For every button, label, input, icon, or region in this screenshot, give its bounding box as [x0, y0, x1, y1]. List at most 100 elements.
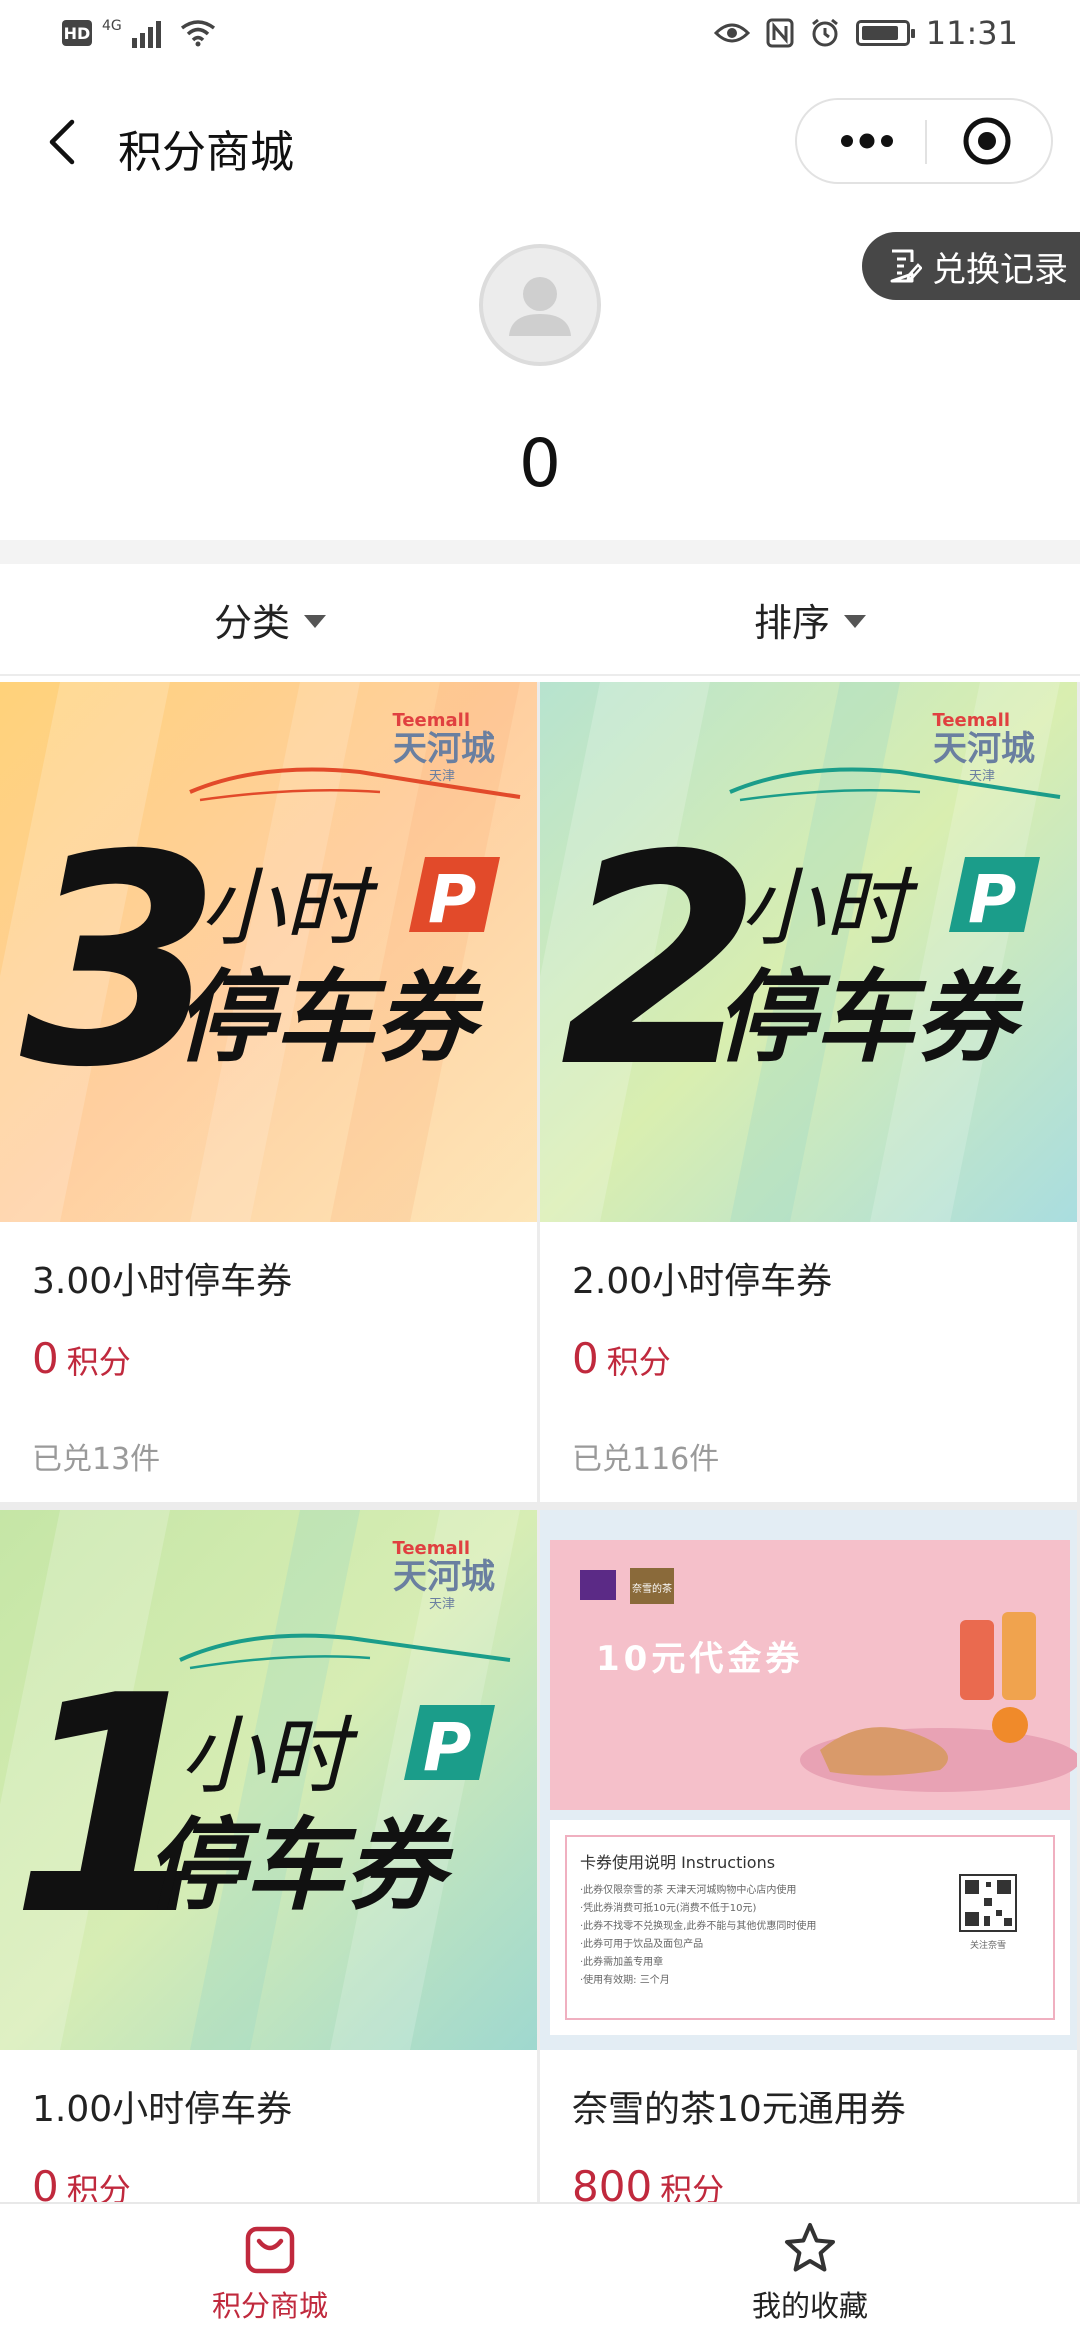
status-left: HD 4G — [62, 18, 218, 48]
parking-coupon-image: Teemall 天河城 天津 3 小时 停车券 P — [0, 682, 537, 1222]
price-value: 0 — [572, 1334, 599, 1383]
wifi-icon — [180, 20, 215, 47]
filter-bar: 分类 排序 — [0, 564, 1080, 676]
price-value: 800 — [572, 2162, 653, 2202]
product-image: Teemall 天河城 天津 1 小时 停车券 P — [0, 1510, 537, 2050]
price-unit: 积分 — [66, 2171, 131, 2202]
product-card[interactable]: Teemall 天河城 天津 1 小时 停车券 P 1.00小时停车券 0 积分 — [0, 1510, 537, 2202]
parking-p-icon: P — [968, 861, 1016, 938]
product-name: 2.00小时停车券 — [572, 1261, 833, 1302]
hd-icon: HD — [62, 20, 92, 46]
battery-level — [861, 26, 898, 40]
caret-down-icon — [304, 614, 326, 628]
shopping-bag-icon — [245, 2226, 295, 2274]
product-price: 0 积分 — [32, 1334, 131, 1383]
instruction-line: ·此券需加盖专用章 — [580, 1955, 663, 1968]
product-card[interactable]: Teemall 天河城 天津 2 小时 停车券 P 2.00小时停车券 0 积分… — [540, 682, 1077, 1502]
coupon-line1: 小时 — [200, 859, 379, 957]
redeemed-count: 已兑116件 — [572, 1442, 720, 1477]
instruction-line: ·此券可用于饮品及面包产品 — [580, 1937, 703, 1950]
sort-filter[interactable]: 排序 — [540, 564, 1080, 674]
brand-logo-mark — [580, 1570, 616, 1600]
coupon-line1: 小时 — [740, 859, 919, 957]
parking-p-icon: P — [423, 1709, 471, 1786]
tab-points-mall[interactable]: 积分商城 — [0, 2204, 540, 2342]
caret-down-icon — [844, 614, 866, 628]
signal-icon — [131, 21, 161, 48]
product-price: 800 积分 — [572, 2162, 724, 2202]
qr-caption: 关注奈雪 — [970, 1939, 1006, 1951]
product-image: Teemall 天河城 天津 2 小时 停车券 P — [540, 682, 1077, 1222]
brand-sub: 天津 — [429, 1597, 455, 1612]
product-name: 奈雪的茶10元通用券 — [572, 2089, 906, 2130]
product-card[interactable]: 奈雪的茶 10元代金券 卡券使用说明 Instructions ·此券仅限奈雪的… — [540, 1510, 1077, 2202]
more-dots-icon — [841, 133, 893, 149]
clock: 11:31 — [925, 14, 1018, 52]
parking-coupon-image: Teemall 天河城 天津 1 小时 停车券 P — [0, 1510, 537, 2050]
drink-cup — [1002, 1612, 1036, 1700]
exchange-records-button[interactable]: 兑换记录 — [862, 232, 1080, 300]
parking-coupon-image: Teemall 天河城 天津 2 小时 停车券 P — [540, 682, 1077, 1222]
tab-label: 积分商城 — [211, 2289, 328, 2323]
chevron-left-icon — [49, 119, 75, 165]
coupon-line2: 停车券 — [175, 959, 484, 1076]
product-price: 0 积分 — [572, 1334, 671, 1383]
qr-code-icon — [959, 1874, 1017, 1932]
price-value: 0 — [32, 2162, 59, 2202]
category-filter[interactable]: 分类 — [0, 564, 540, 674]
close-mini-program-button[interactable] — [937, 100, 1037, 182]
product-image: 奈雪的茶 10元代金券 卡券使用说明 Instructions ·此券仅限奈雪的… — [540, 1510, 1077, 2050]
nav-bar: 积分商城 — [0, 72, 1080, 212]
tea-voucher-image: 奈雪的茶 10元代金券 卡券使用说明 Instructions ·此券仅限奈雪的… — [540, 1510, 1077, 2050]
instruction-line: ·凭此券消费可抵10元(消费不低于10元) — [580, 1901, 757, 1914]
product-card[interactable]: Teemall 天河城 天津 3 小时 停车券 P 3.00小时停车券 0 积分… — [0, 682, 537, 1502]
category-filter-label: 分类 — [213, 600, 290, 645]
eye-icon — [713, 23, 750, 43]
product-name: 3.00小时停车券 — [32, 1261, 293, 1302]
brand-box-text: 奈雪的茶 — [632, 1582, 672, 1595]
brand-cn: 天河城 — [393, 1557, 495, 1597]
product-price: 0 积分 — [32, 2162, 131, 2202]
brand-cn: 天河城 — [933, 729, 1035, 769]
product-grid: Teemall 天河城 天津 3 小时 停车券 P 3.00小时停车券 0 积分… — [0, 682, 1080, 2202]
battery-icon — [855, 20, 915, 46]
section-divider — [0, 540, 1080, 564]
instruction-line: ·此券仅限奈雪的茶 天津天河城购物中心店内使用 — [580, 1883, 796, 1896]
target-close-icon — [963, 117, 1011, 165]
avatar[interactable] — [479, 244, 601, 366]
star-icon — [785, 2223, 835, 2272]
brand-en: Teemall — [392, 1538, 470, 1559]
tab-label: 我的收藏 — [751, 2289, 868, 2323]
alarm-icon — [811, 18, 838, 47]
points-balance: 0 — [519, 425, 561, 502]
page-title: 积分商城 — [118, 127, 294, 178]
back-button[interactable] — [34, 112, 88, 172]
price-unit: 积分 — [606, 1343, 671, 1381]
instruction-line: ·使用有效期: 三个月 — [580, 1973, 670, 1986]
parking-p-icon: P — [428, 861, 476, 938]
document-edit-icon — [890, 249, 922, 283]
price-unit: 积分 — [660, 2171, 725, 2202]
sort-filter-label: 排序 — [753, 600, 830, 645]
drink-cup — [960, 1620, 994, 1700]
coupon-line2: 停车券 — [145, 1807, 454, 1924]
instruction-line: ·此券不找零不兑换现金,此券不能与其他优惠同时使用 — [580, 1919, 816, 1932]
exchange-records-label: 兑换记录 — [932, 249, 1068, 290]
brand-en: Teemall — [932, 710, 1010, 731]
redeemed-count: 已兑13件 — [32, 1442, 161, 1477]
brand-en: Teemall — [392, 710, 470, 731]
price-unit: 积分 — [66, 1343, 131, 1381]
price-value: 0 — [32, 1334, 59, 1383]
coupon-line1: 小时 — [180, 1707, 359, 1805]
more-button[interactable] — [817, 100, 917, 182]
capsule-divider — [925, 120, 927, 164]
instructions-title: 卡券使用说明 Instructions — [580, 1853, 775, 1872]
mini-program-capsule — [795, 98, 1053, 184]
nfc-icon — [766, 18, 794, 48]
status-bar: HD 4G 11:31 — [0, 0, 1080, 72]
tab-bar: 积分商城 我的收藏 — [0, 2202, 1080, 2342]
tab-favorites[interactable]: 我的收藏 — [540, 2204, 1080, 2342]
default-user-icon — [509, 277, 571, 336]
orange-illustration — [992, 1707, 1028, 1743]
voucher-title: 10元代金券 — [596, 1639, 803, 1679]
